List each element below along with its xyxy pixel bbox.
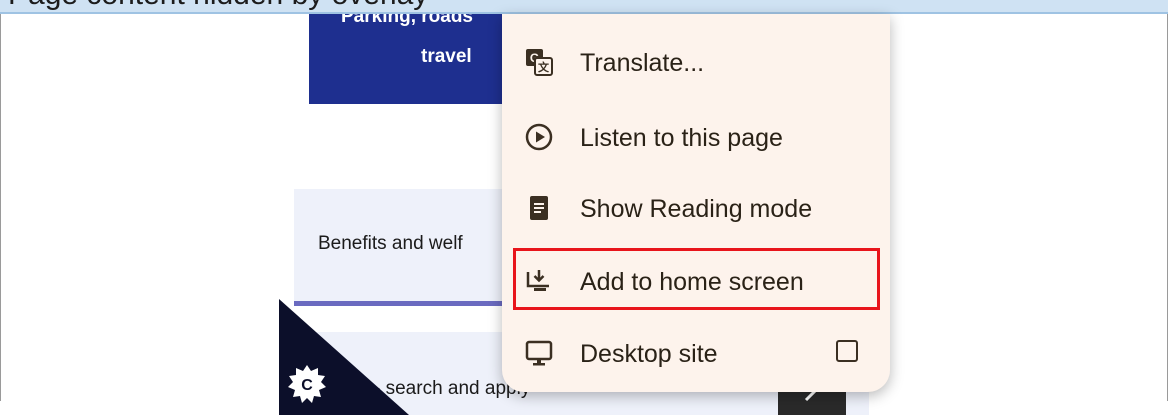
tile-title-line2: travel (421, 46, 472, 67)
menu-item-translate[interactable]: G 文 Translate... (502, 31, 890, 91)
highlight-box (513, 248, 880, 310)
browser-overflow-menu: G 文 Translate... Listen to this page Sho… (502, 14, 890, 392)
web-page: Parking, roads travel Benefits and welf … (0, 14, 1168, 415)
tile-title-line1: Parking, roads (341, 14, 473, 27)
menu-item-label: Show Reading mode (580, 195, 813, 223)
svg-text:C: C (301, 377, 313, 394)
menu-item-label: Desktop site (580, 340, 718, 368)
parking-tile[interactable]: Parking, roads travel (309, 14, 509, 104)
menu-item-desktop-site[interactable]: Desktop site (502, 322, 890, 382)
benefits-card-label: Benefits and welf (318, 233, 463, 254)
play-circle-icon (525, 123, 553, 151)
cookie-settings-icon[interactable]: C (287, 364, 327, 404)
svg-text:文: 文 (538, 60, 550, 74)
menu-item-reading-mode[interactable]: Show Reading mode (502, 177, 890, 237)
desktop-icon (525, 340, 553, 366)
menu-item-listen[interactable]: Listen to this page (502, 106, 890, 166)
desktop-site-checkbox[interactable] (836, 340, 858, 362)
benefits-card[interactable]: Benefits and welf (294, 189, 514, 306)
menu-item-label: Translate... (580, 49, 705, 77)
banner-text: Page content hidden by overlay (8, 0, 428, 12)
instruction-banner: Page content hidden by overlay (0, 0, 1168, 14)
reading-mode-icon (530, 196, 548, 220)
translate-icon: G 文 (526, 49, 553, 76)
menu-item-label: Listen to this page (580, 124, 783, 152)
